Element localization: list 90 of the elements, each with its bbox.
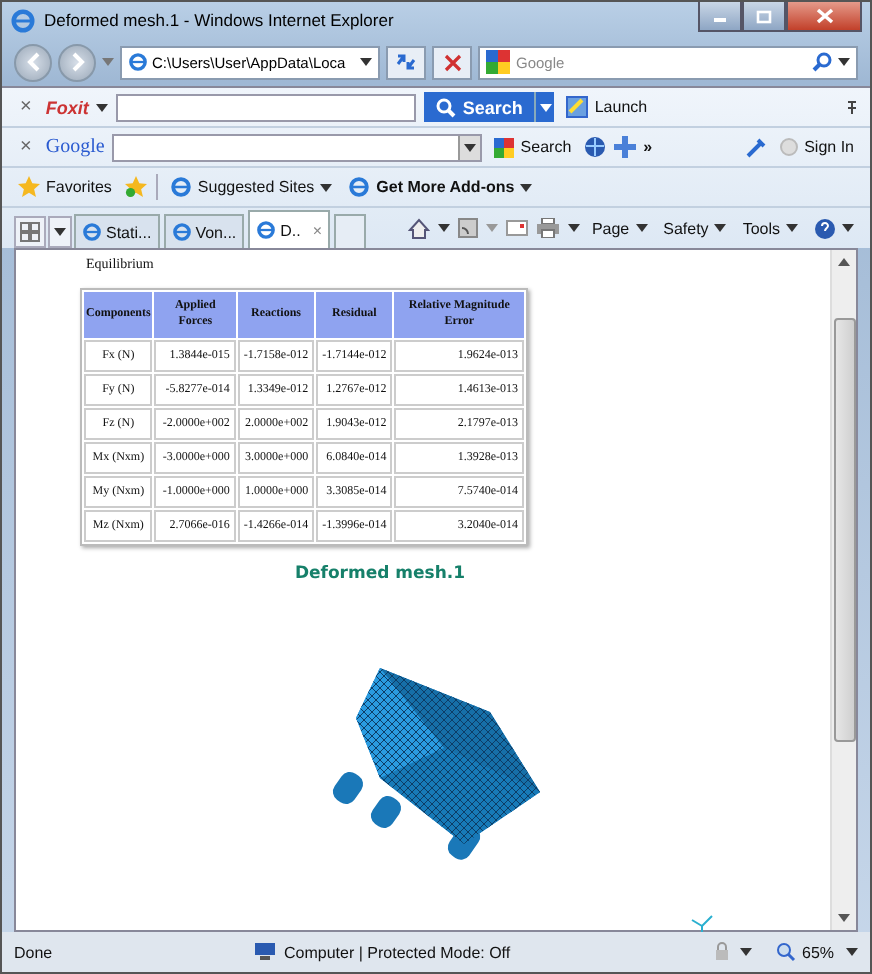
browser-tab[interactable]: D.. × [248,210,331,248]
help-button[interactable] [810,217,858,239]
quick-tabs-button[interactable] [14,216,46,248]
browser-icon [128,52,148,72]
google-toolbar-field[interactable] [112,133,483,161]
dropdown-arrow-icon [520,183,533,191]
dropdown-arrow-icon [464,143,477,151]
scrollbar[interactable] [830,250,856,930]
google-logo-icon [486,50,510,74]
search-icon [436,97,457,117]
stop-icon [443,53,461,71]
image-title: Deformed mesh.1 [292,564,468,584]
launch-icon [566,96,589,118]
close-button[interactable] [786,2,862,32]
forward-button[interactable] [58,43,96,81]
dropdown-arrow-icon[interactable] [567,224,580,232]
axis-triad-icon [690,912,714,936]
close-toolbar-button[interactable]: × [14,96,38,118]
scroll-down-icon[interactable] [838,914,850,922]
browser-icon [10,7,36,33]
dropdown-arrow-icon [54,228,66,236]
foxit-search-button[interactable]: Search [424,92,535,122]
dropdown-arrow-icon[interactable] [437,224,450,232]
maximize-icon [756,9,772,23]
window-title: Deformed mesh.1 - Windows Internet Explorer [44,10,394,30]
wrench-icon[interactable] [746,136,769,158]
printer-icon[interactable] [535,218,560,238]
dropdown-arrow-icon [714,224,727,232]
favorites-bar-item[interactable]: Favorites [14,176,116,198]
refresh-button[interactable] [386,45,426,79]
back-button[interactable] [14,43,52,81]
foxit-logo[interactable]: Foxit [45,97,89,117]
close-icon [815,8,833,24]
globe-icon[interactable] [583,136,606,158]
dropdown-arrow-icon [539,103,552,111]
browser-icon [256,220,277,240]
tab-list-button[interactable] [48,216,72,248]
dropdown-arrow-icon[interactable] [838,58,850,66]
minimize-button[interactable] [698,2,742,32]
plus-icon[interactable] [613,136,636,158]
browser-icon [171,222,192,242]
command-menu[interactable]: Safety [659,219,731,237]
more-button[interactable]: » [643,138,653,156]
zoom-button[interactable]: 65% [772,942,839,962]
zoom-icon [776,942,796,962]
dropdown-arrow-icon[interactable] [360,58,372,66]
browser-icon [169,176,192,198]
search-icon[interactable] [812,52,832,72]
search-options-button[interactable] [534,92,555,122]
browser-icon [82,222,102,242]
help-icon [814,217,836,239]
stop-button[interactable] [432,45,472,79]
refresh-icon [394,52,418,72]
command-menu[interactable]: Tools [738,219,802,237]
sign-in-button[interactable]: Sign In [776,138,858,156]
mail-icon[interactable] [505,220,528,236]
close-toolbar-button[interactable]: × [14,136,38,158]
add-favorite-icon[interactable] [123,176,148,198]
favorites-bar-item[interactable]: Get More Add-ons [344,176,537,198]
computer-icon [254,942,277,962]
dropdown-arrow-icon[interactable] [740,948,752,956]
security-zone: Computer | Protected Mode: Off [284,943,511,961]
command-menu[interactable]: Page [587,219,652,237]
browser-tab[interactable]: Von... [163,214,245,248]
foxit-search-field[interactable] [116,93,417,121]
dropdown-arrow-icon[interactable] [846,948,859,956]
browser-icon [348,176,371,198]
google-logo-icon [494,137,515,157]
status-text: Done [14,943,53,961]
dropdown-button[interactable] [458,135,481,159]
tab-label: Von... [195,223,237,241]
tab-label: Stati... [106,223,152,241]
avatar-icon [780,138,799,156]
grid-icon [20,222,40,242]
dropdown-arrow-icon [320,183,333,191]
browser-tab[interactable]: Stati... [74,214,160,248]
scroll-up-icon[interactable] [838,258,850,266]
tab-label: D.. [280,221,301,239]
dropdown-arrow-icon [635,224,648,232]
launch-button[interactable]: Launch [562,96,652,118]
google-logo: Google [45,136,105,158]
favorites-bar-item[interactable]: Suggested Sites [165,176,337,198]
maximize-button[interactable] [742,2,786,32]
google-search-button[interactable]: Search [490,137,576,157]
tab-close-button[interactable]: × [312,221,323,239]
dropdown-arrow-icon[interactable] [96,103,109,111]
home-icon[interactable] [407,217,430,239]
dropdown-arrow-icon [842,224,854,232]
star-icon [18,176,40,198]
dropdown-arrow-icon [786,224,798,232]
